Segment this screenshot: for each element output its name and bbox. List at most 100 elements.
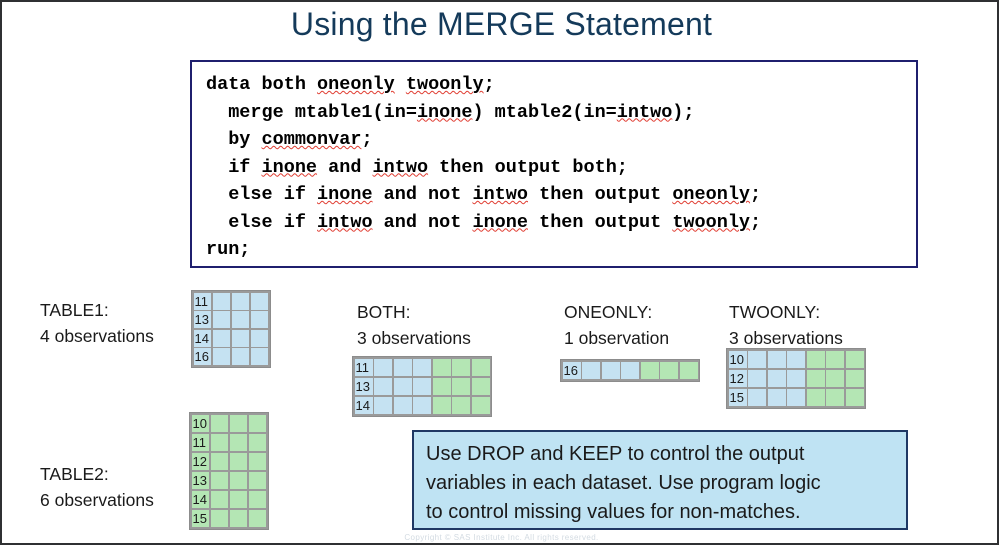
grid-cell-key: 13 [193,311,211,328]
callout-line-2: variables in each dataset. Use program l… [426,472,821,494]
code-line-2: merge mtable1(in=inone) mtable2(in=intwo… [206,99,916,127]
page-title: Using the MERGE Statement [290,6,713,42]
code-text: if [206,156,262,178]
grid-cell [250,292,268,310]
label-table1: TABLE1: 4 observations [40,297,154,349]
code-token-intwo: intwo [317,211,373,233]
code-token-inone: inone [261,156,318,178]
grid-cell [210,452,228,470]
grid-cell [748,369,766,387]
grid-cell [471,358,490,376]
grid-cell [250,348,268,365]
grid-cell [248,452,266,470]
grid-cell [210,490,228,508]
grid-cell [229,433,247,451]
grid-cell-key: 14 [191,490,209,508]
grid-cell [787,369,805,387]
code-token-commonvar: commonvar [261,129,362,150]
code-text: then output both; [428,156,628,178]
code-token-twoonly: twoonly [672,211,751,233]
code-line-1: data both oneonly twoonly; [206,71,916,99]
code-token-oneonly: oneonly [672,184,751,205]
code-text: data both [206,74,318,95]
grid-cell [845,388,864,406]
dataset-count: 4 observations [40,326,154,346]
code-text: else if [206,211,318,233]
grid-cell [767,388,786,406]
grid-cell-key: 10 [191,414,209,432]
callout-line-3: to control missing values for non-matche… [426,501,801,523]
code-line-5: else if inone and not intwo then output … [206,181,916,209]
grid-cell [210,433,228,451]
grid-cell [231,311,249,328]
grid-cell [787,388,805,406]
grid-cell [679,361,698,379]
grid-cell [621,361,639,379]
grid-cell-key: 11 [191,433,209,451]
grid-cell [806,369,825,387]
grid-cell [229,509,247,527]
grid-cell [413,377,431,395]
label-both: BOTH: 3 observations [357,299,471,351]
code-token-inone: inone [416,101,473,123]
grid-cell [767,369,786,387]
code-token-intwo: intwo [472,184,528,205]
dataset-count: 6 observations [40,490,154,510]
grid-cell-key: 12 [191,452,209,470]
grid-cell [393,358,412,376]
grid-cell [660,361,678,379]
code-text: ); [672,101,695,123]
grid-cell [826,388,844,406]
grid-cell [374,396,392,414]
code-line-4: if inone and intwo then output both; [206,154,916,182]
grid-cell [212,292,230,310]
grid-cell [248,414,266,432]
grid-cell-key: 14 [354,396,373,414]
grid-cell [806,388,825,406]
code-token-inone: inone [472,211,528,233]
grid-cell [845,369,864,387]
grid-cell [393,396,412,414]
code-line-7: run; [206,236,916,264]
code-text: merge mtable1(in= [206,101,417,123]
grid-cell [471,396,490,414]
code-text: ; [483,74,495,95]
grid-cell [374,358,392,376]
grid-cell-key: 13 [354,377,373,395]
grid-cell [250,329,268,347]
grid-cell [826,369,844,387]
grid-cell-key: 12 [728,369,747,387]
dataset-name: BOTH: [357,302,411,322]
grid-cell [210,414,228,432]
code-token-oneonly: oneonly [317,74,395,95]
grid-cell [432,377,451,395]
grid-cell [212,329,230,347]
code-token-intwo: intwo [372,156,429,178]
label-table2: TABLE2: 6 observations [40,461,154,513]
grid-cell [248,433,266,451]
code-text: ; [750,184,762,205]
grid-cell [231,329,249,347]
grid-cell-key: 14 [193,329,211,347]
label-twoonly: TWOONLY: 3 observations [729,299,843,351]
dataset-name: TABLE2: [40,464,109,484]
code-line-6: else if intwo and not inone then output … [206,209,916,237]
grid-cell-key: 11 [193,292,211,310]
grid-cell [452,396,470,414]
code-token-twoonly: twoonly [405,74,484,95]
grid-cell [452,377,470,395]
dataset-name: ONEONLY: [564,302,653,322]
grid-cell [413,358,431,376]
grid-cell [787,350,805,368]
grid-cell-key: 13 [191,471,209,489]
grid-cell [212,348,230,365]
code-token-intwo: intwo [616,101,673,123]
grid-cell [640,361,659,379]
grid-cell [229,414,247,432]
grid-cell [601,361,620,379]
code-text: and not [372,184,473,205]
code-text: else if [206,184,318,205]
code-text: then output [527,211,673,233]
grid-cell [413,396,431,414]
grid-cell [229,490,247,508]
